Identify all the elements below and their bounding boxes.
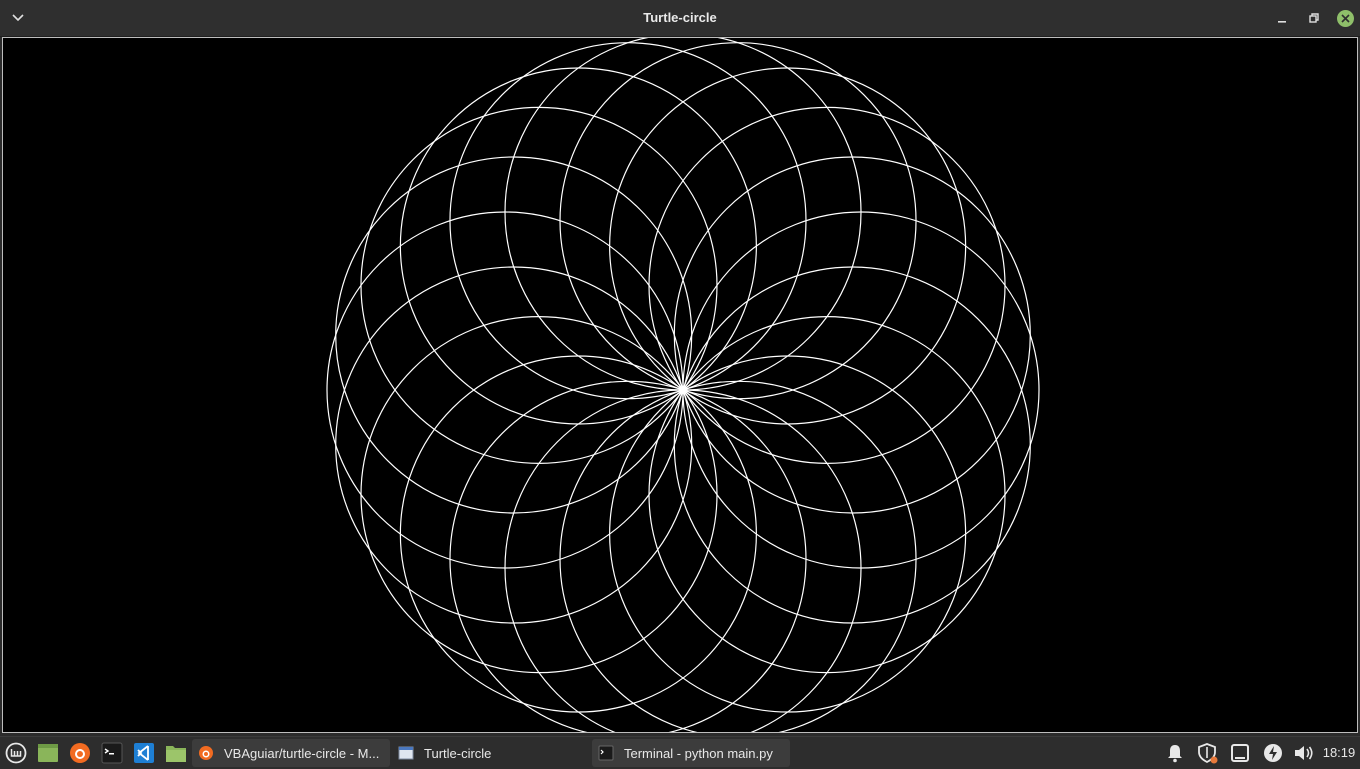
restore-icon[interactable] bbox=[1304, 8, 1324, 28]
spiro-circle bbox=[673, 156, 1031, 514]
spiro-circle bbox=[326, 211, 684, 569]
clock[interactable]: 18:19 bbox=[1318, 737, 1360, 769]
volume-icon[interactable] bbox=[1293, 742, 1315, 764]
vscode-icon[interactable] bbox=[132, 741, 156, 765]
spirograph-drawing bbox=[326, 38, 1040, 732]
firefox-icon[interactable] bbox=[68, 741, 92, 765]
spiro-circle bbox=[399, 67, 757, 425]
spiro-circle bbox=[504, 389, 862, 732]
files-icon[interactable] bbox=[164, 741, 188, 765]
show-desktop-icon[interactable] bbox=[36, 741, 60, 765]
spiro-circle bbox=[449, 380, 807, 732]
spiro-circle bbox=[682, 211, 1040, 569]
spiro-circle bbox=[648, 106, 1006, 464]
notifications-icon[interactable] bbox=[1164, 742, 1186, 764]
spiro-circle bbox=[360, 106, 718, 464]
power-icon[interactable] bbox=[1262, 742, 1284, 764]
window-title: Turtle-circle bbox=[643, 10, 717, 25]
spiro-circle bbox=[609, 355, 967, 713]
spiro-circle bbox=[559, 380, 917, 732]
task-turtle-window[interactable]: Turtle-circle bbox=[392, 739, 590, 767]
task-terminal[interactable]: Terminal - python main.py bbox=[592, 739, 790, 767]
mint-menu-icon[interactable] bbox=[4, 741, 28, 765]
firefox-icon bbox=[198, 745, 214, 761]
spiro-circle bbox=[335, 156, 693, 514]
spiro-circle bbox=[609, 67, 967, 425]
update-manager-icon[interactable] bbox=[1197, 742, 1219, 764]
spiro-circle bbox=[504, 38, 862, 391]
spiro-circle bbox=[335, 266, 693, 624]
spiro-circle bbox=[673, 266, 1031, 624]
close-button-circle bbox=[1336, 9, 1354, 27]
close-icon[interactable] bbox=[1335, 8, 1355, 28]
window-titlebar: Turtle-circle bbox=[0, 0, 1360, 37]
spiro-circle bbox=[449, 42, 807, 400]
window-icon bbox=[398, 745, 414, 761]
task-browser[interactable]: VBAguiar/turtle-circle - M... bbox=[192, 739, 390, 767]
task-label: VBAguiar/turtle-circle - M... bbox=[224, 745, 380, 761]
chevron-down-icon[interactable] bbox=[8, 8, 28, 28]
turtle-canvas[interactable] bbox=[2, 37, 1358, 733]
minimize-icon[interactable] bbox=[1272, 8, 1292, 28]
terminal-icon bbox=[598, 745, 614, 761]
spiro-circle bbox=[360, 316, 718, 674]
terminal-icon[interactable] bbox=[100, 741, 124, 765]
removable-drive-icon[interactable] bbox=[1229, 742, 1251, 764]
task-label: Turtle-circle bbox=[424, 745, 492, 761]
spiro-circle bbox=[559, 42, 917, 400]
spiro-circle bbox=[648, 316, 1006, 674]
task-label: Terminal - python main.py bbox=[624, 745, 773, 761]
taskbar: VBAguiar/turtle-circle - M... Turtle-cir… bbox=[0, 736, 1360, 769]
spiro-circle bbox=[399, 355, 757, 713]
